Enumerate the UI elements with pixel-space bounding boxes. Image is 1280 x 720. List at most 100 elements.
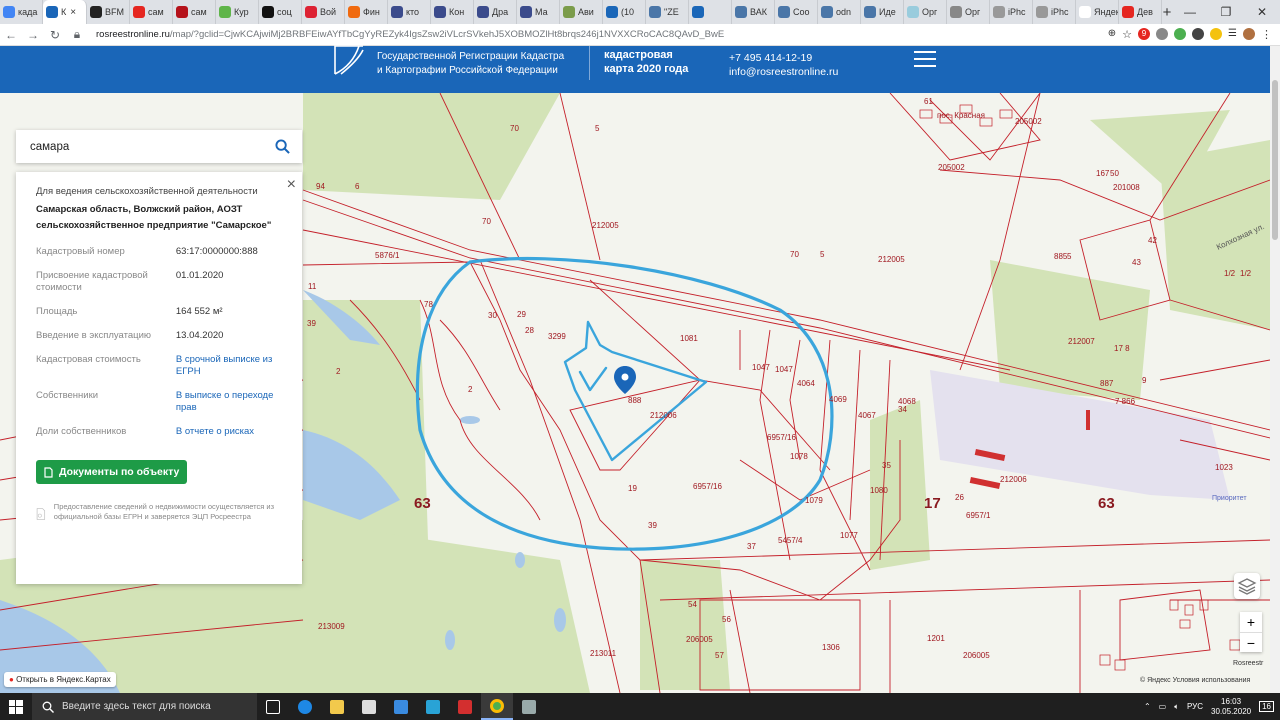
extension-icon[interactable] xyxy=(1156,28,1169,40)
tab-close-icon[interactable]: × xyxy=(70,7,76,18)
map-label: 1201 xyxy=(927,634,945,643)
map-label: 50 xyxy=(1110,169,1119,178)
browser-tab[interactable]: сам xyxy=(173,0,216,24)
browser-tab[interactable]: када xyxy=(0,0,43,24)
store-icon[interactable] xyxy=(353,693,385,720)
bookmark-star-icon[interactable]: ☆ xyxy=(1122,28,1132,41)
email-link[interactable]: info@rosreestronline.ru xyxy=(729,65,838,79)
open-yandex-maps-button[interactable]: ● Открыть в Яндекс.Картах xyxy=(4,672,116,687)
search-box[interactable]: самара xyxy=(16,130,302,163)
zoom-out-button[interactable]: − xyxy=(1240,633,1262,653)
tab-label: Иде xyxy=(879,7,896,17)
browser-tab[interactable]: Фин xyxy=(345,0,388,24)
map-label: 212005 xyxy=(878,255,905,264)
property-link[interactable]: В отчете о рисках xyxy=(176,426,282,438)
network-icon[interactable]: ▭ xyxy=(1159,702,1167,711)
clock[interactable]: 16:03 30.05.2020 xyxy=(1211,697,1251,717)
windows-start-icon[interactable] xyxy=(0,693,32,720)
location-icon[interactable]: ⊕ xyxy=(1108,28,1116,41)
language-indicator[interactable]: РУС xyxy=(1187,702,1203,711)
map-copyright[interactable]: © Яндекс Условия использования xyxy=(1140,677,1250,684)
browser-tab[interactable]: iPhc xyxy=(990,0,1033,24)
tab-favicon-icon xyxy=(778,6,790,18)
tab-favicon-icon xyxy=(649,6,661,18)
forward-icon[interactable]: → xyxy=(22,28,44,42)
browser-tab[interactable] xyxy=(689,0,732,24)
browser-tab[interactable]: "ZE xyxy=(646,0,689,24)
divider xyxy=(589,46,590,80)
browser-tab[interactable]: iPhc xyxy=(1033,0,1076,24)
app-icon[interactable] xyxy=(513,693,545,720)
browser-tab[interactable]: сам xyxy=(130,0,173,24)
rosreestr-logo-icon xyxy=(334,45,364,75)
browser-tab[interactable]: Вой xyxy=(302,0,345,24)
browser-tab[interactable]: Кур xyxy=(216,0,259,24)
url-field[interactable]: rosreestronline.ru/map/?gclid=CjwKCAjwiM… xyxy=(96,29,976,40)
browser-tab[interactable]: кто xyxy=(388,0,431,24)
map-label: 6957/16 xyxy=(693,482,722,491)
notifications-icon[interactable]: 16 xyxy=(1259,701,1274,712)
file-explorer-icon[interactable] xyxy=(321,693,353,720)
browser-tab[interactable]: Дев xyxy=(1119,0,1162,24)
volume-icon[interactable]: 🔈︎ xyxy=(1174,702,1179,712)
app-m-icon[interactable] xyxy=(449,693,481,720)
extension-icon[interactable] xyxy=(1174,28,1187,40)
maximize-icon[interactable]: ❐ xyxy=(1208,5,1244,19)
mail-icon[interactable] xyxy=(385,693,417,720)
taskbar-search[interactable]: Введите здесь текст для поиска xyxy=(32,693,257,720)
reading-list-icon[interactable]: ☰ xyxy=(1228,28,1237,41)
page-scrollbar[interactable] xyxy=(1270,46,1280,693)
task-view-icon[interactable] xyxy=(257,693,289,720)
reload-icon[interactable]: ↻ xyxy=(44,28,66,42)
browser-tab[interactable]: соц xyxy=(259,0,302,24)
close-window-icon[interactable]: ✕ xyxy=(1244,5,1280,19)
edge-icon[interactable] xyxy=(289,693,321,720)
scrollbar-thumb[interactable] xyxy=(1272,80,1278,240)
property-link[interactable]: В срочной выписке из ЕГРН xyxy=(176,354,282,378)
tab-favicon-icon xyxy=(90,6,102,18)
minimize-icon[interactable]: — xyxy=(1172,5,1208,19)
new-tab-button[interactable]: + xyxy=(1162,4,1172,21)
property-row: Доли собственников В отчете о рисках xyxy=(36,426,282,438)
browser-tab[interactable]: Яндекс xyxy=(1076,0,1119,24)
map-label: 7 866 xyxy=(1115,397,1136,406)
browser-tab[interactable]: Дра xyxy=(474,0,517,24)
map-label: 1081 xyxy=(680,334,698,343)
browser-tab[interactable]: ВАК xyxy=(732,0,775,24)
browser-tab[interactable]: Ави xyxy=(560,0,603,24)
property-link[interactable]: В выписке о переходе прав xyxy=(176,390,282,414)
hamburger-menu-icon[interactable] xyxy=(914,48,936,72)
lock-icon[interactable]: 🔒︎ xyxy=(66,27,88,42)
zoom-in-button[interactable]: + xyxy=(1240,612,1262,633)
search-input[interactable]: самара xyxy=(30,141,69,153)
browser-tab[interactable]: (10 xyxy=(603,0,646,24)
map-label: 5 xyxy=(820,250,825,259)
tray-expand-icon[interactable]: ⌃ xyxy=(1144,702,1151,711)
browser-tab[interactable]: Орг xyxy=(904,0,947,24)
browser-tab[interactable]: Coo xyxy=(775,0,818,24)
phone-link[interactable]: +7 495 414-12-19 xyxy=(729,51,838,65)
extension-icon[interactable] xyxy=(1192,28,1205,40)
browser-tab[interactable]: Ма xyxy=(517,0,560,24)
browser-tab[interactable]: Кон xyxy=(431,0,474,24)
profile-avatar[interactable] xyxy=(1243,28,1255,40)
extension-badge-icon[interactable]: 9 xyxy=(1138,28,1151,40)
browser-tab[interactable]: BFM xyxy=(87,0,130,24)
back-icon[interactable]: ← xyxy=(0,28,22,42)
property-row: Собственники В выписке о переходе прав xyxy=(36,390,282,414)
app-l-icon[interactable] xyxy=(417,693,449,720)
map-label: 17 8 xyxy=(1114,344,1130,353)
layers-button[interactable] xyxy=(1234,573,1260,599)
browser-tab[interactable]: Иде xyxy=(861,0,904,24)
close-icon[interactable]: × xyxy=(287,176,296,194)
browser-menu-icon[interactable]: ⋮ xyxy=(1261,28,1272,41)
chrome-icon[interactable] xyxy=(481,693,513,720)
extension-icon[interactable] xyxy=(1210,28,1223,40)
search-icon[interactable] xyxy=(275,139,290,154)
documents-button[interactable]: Документы по объекту xyxy=(36,460,188,484)
tab-label: Орг xyxy=(922,7,938,17)
map-label: 2 xyxy=(336,367,341,376)
browser-tab[interactable]: odn xyxy=(818,0,861,24)
browser-tab[interactable]: К × xyxy=(43,0,87,24)
browser-tab[interactable]: Орг xyxy=(947,0,990,24)
